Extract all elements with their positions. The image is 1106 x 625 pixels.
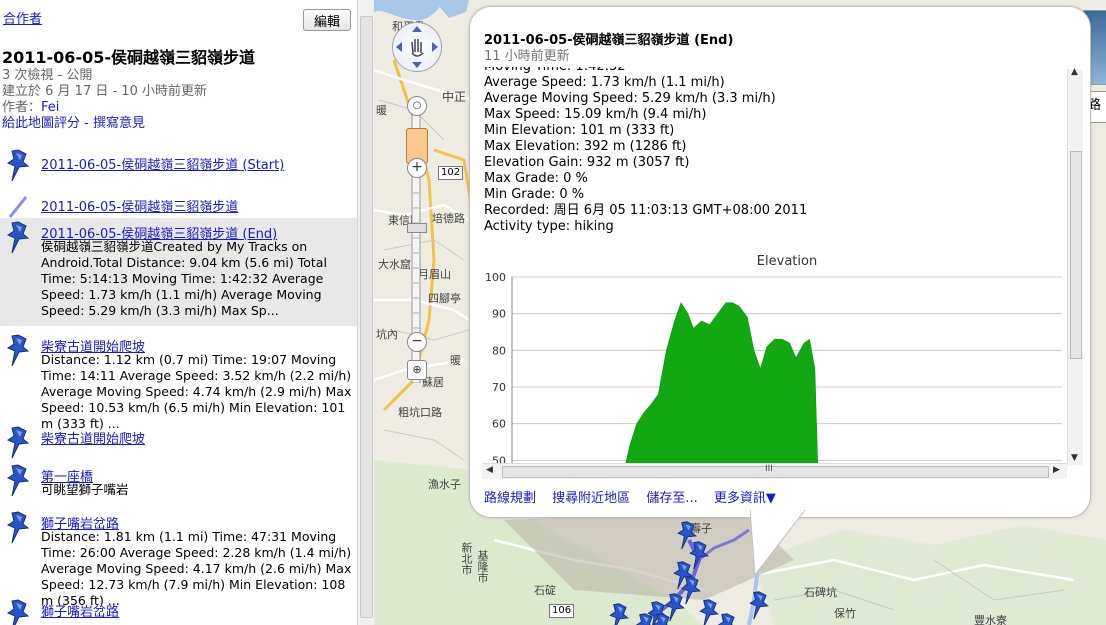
map-label: 新北市 xyxy=(460,542,473,575)
directions-link[interactable]: 路線規劃 xyxy=(484,491,536,506)
elevation-area-series-0 xyxy=(625,302,818,463)
search-nearby-link[interactable]: 搜尋附近地區 xyxy=(552,491,630,506)
stat-line: Max Speed: 15.09 km/h (9.4 mi/h) xyxy=(484,107,707,122)
sidebar-scrollbar[interactable] xyxy=(357,0,374,625)
info-window-hscrollbar[interactable]: ◀ III ▶ xyxy=(482,463,1067,479)
pushpin-icon[interactable] xyxy=(4,220,32,254)
collaborators-link[interactable]: 合作者 xyxy=(3,8,42,27)
list-item-title[interactable]: 2011-06-05-侯硐越嶺三貂嶺步道 xyxy=(41,196,238,215)
map-label: 保竹 xyxy=(834,607,856,620)
pushpin-icon[interactable] xyxy=(4,333,32,367)
map-label: 中正 xyxy=(442,90,467,104)
pushpin-icon[interactable] xyxy=(4,425,32,459)
hand-pan-icon xyxy=(396,26,438,68)
road-number-badge: 106 xyxy=(549,604,575,618)
map-label: 基隆市 xyxy=(476,550,489,583)
map-label: 暖 xyxy=(450,354,461,367)
stat-line: Recorded: 周日 6月 05 11:03:13 GMT+08:00 20… xyxy=(484,203,808,218)
sidebar-scroll-thumb[interactable] xyxy=(360,16,373,618)
hscroll-thumb[interactable]: III xyxy=(502,464,1049,478)
info-window-tail xyxy=(750,510,806,577)
y-tick-label: 60 xyxy=(492,418,506,431)
map-label: 石碑坑 xyxy=(804,586,837,599)
stat-line: Min Grade: 0 % xyxy=(484,187,585,202)
rate-map-link[interactable]: 給此地圖評分 xyxy=(2,116,80,131)
list-item[interactable]: 獅子嘴岩岔路 xyxy=(0,596,357,625)
info-window-vscrollbar[interactable]: ▲ ▼ xyxy=(1067,67,1083,465)
stat-line: Max Elevation: 392 m (1286 ft) xyxy=(484,139,687,154)
info-window-actions: 路線規劃 搜尋附近地區 儲存至... 更多資訊▼ xyxy=(484,487,788,506)
map-sidebar: 合作者 編輯 2011-06-05-侯硐越嶺三貂嶺步道 3 次檢視 - 公開 建… xyxy=(0,0,357,625)
pushpin-icon[interactable] xyxy=(4,510,32,544)
zoom-slider-handle[interactable] xyxy=(407,223,427,233)
pushpin-icon[interactable] xyxy=(4,598,32,625)
write-review-link[interactable]: 撰寫意見 xyxy=(93,116,145,131)
map-pushpin-icon[interactable] xyxy=(649,612,675,625)
map-label: 石碇 xyxy=(534,584,556,597)
stat-line: Moving Time: 1:42:32 xyxy=(484,67,807,75)
map-label: 坑內 xyxy=(376,328,398,341)
map-label: 大水窟 xyxy=(378,258,411,271)
scroll-left-arrow-icon[interactable]: ◀ xyxy=(486,465,493,475)
y-tick-label: 80 xyxy=(492,344,506,357)
list-item[interactable]: 柴寮古道開始爬坡 xyxy=(0,423,357,459)
stat-line: Average Speed: 1.73 km/h (1.1 mi/h) xyxy=(484,75,725,90)
elevation-chart: Elevation100908070605040 xyxy=(485,254,1062,463)
stat-line: Average Moving Speed: 5.29 km/h (3.3 mi/… xyxy=(484,91,776,106)
list-item-description: 可眺望獅子嘴岩 xyxy=(41,482,129,497)
chart-title: Elevation xyxy=(757,254,817,269)
map-label: 粗坑口路 xyxy=(398,406,442,419)
stat-line: Elevation Gain: 932 m (3057 ft) xyxy=(484,155,690,170)
map-label: 四腳亭 xyxy=(428,292,461,305)
scroll-right-arrow-icon[interactable]: ▶ xyxy=(1053,465,1060,475)
info-window-content: Moving Time: 1:42:32Average Speed: 1.73 … xyxy=(482,67,1067,463)
map-pushpin-icon[interactable] xyxy=(714,612,740,625)
scroll-down-arrow-icon[interactable]: ▼ xyxy=(1071,453,1078,463)
edit-button[interactable]: 編輯 xyxy=(303,9,351,31)
rating-line: 給此地圖評分 - 撰寫意見 xyxy=(2,112,145,131)
stat-line: Max Grade: 0 % xyxy=(484,171,588,186)
info-window: 2011-06-05-侯硐越嶺三貂嶺步道 (End) 11 小時前更新 Movi… xyxy=(469,6,1091,518)
rate-separator: - xyxy=(80,116,93,131)
scroll-grip: III xyxy=(765,464,773,474)
list-item-title[interactable]: 2011-06-05-侯硐越嶺三貂嶺步道 (Start) xyxy=(41,154,284,173)
save-to-link[interactable]: 儲存至... xyxy=(646,491,697,506)
map-pushpin-icon[interactable] xyxy=(746,590,772,623)
list-item[interactable]: 第一座橋 可眺望獅子嘴岩 xyxy=(0,461,357,501)
pushpin-icon[interactable] xyxy=(4,463,32,497)
map-label: 漁水子 xyxy=(428,478,461,491)
zoom-in-button[interactable]: + xyxy=(407,158,427,178)
stat-line: Min Elevation: 101 m (333 ft) xyxy=(484,123,675,138)
list-item-description: Distance: 1.12 km (0.7 mi) Time: 19:07 M… xyxy=(41,352,352,431)
stat-line: Activity type: hiking xyxy=(484,219,614,234)
map-label: 暖 xyxy=(376,104,387,117)
y-tick-label: 90 xyxy=(492,308,506,321)
map-label: 豐水寮 xyxy=(974,614,1007,625)
list-item[interactable]: 柴寮古道開始爬坡 Distance: 1.12 km (0.7 mi) Time:… xyxy=(0,331,357,431)
list-item[interactable]: 2011-06-05-侯硐越嶺三貂嶺步道 (End) 侯硐越嶺三貂嶺步道Creat… xyxy=(0,218,357,326)
more-info-link[interactable]: 更多資訊▼ xyxy=(714,491,776,506)
map-pushpin-icon[interactable] xyxy=(606,602,632,625)
y-tick-label: 50 xyxy=(492,454,506,463)
scroll-up-arrow-icon[interactable]: ▲ xyxy=(1071,67,1078,77)
y-tick-label: 100 xyxy=(485,271,506,284)
list-item-title[interactable]: 獅子嘴岩岔路 xyxy=(41,601,119,620)
track-stats: Moving Time: 1:42:32Average Speed: 1.73 … xyxy=(484,67,807,235)
list-item[interactable]: 2011-06-05-侯硐越嶺三貂嶺步道 (Start) xyxy=(0,146,357,182)
pushpin-icon[interactable] xyxy=(4,148,32,182)
list-item-description: 侯硐越嶺三貂嶺步道Created by My Tracks on Android… xyxy=(41,239,327,318)
zoom-control[interactable]: ○ + − ⊕ xyxy=(406,96,428,383)
road-number-badge: 102 xyxy=(438,166,464,180)
list-item[interactable]: 2011-06-05-侯硐越嶺三貂嶺步道 xyxy=(0,191,357,218)
zoom-out-button[interactable]: − xyxy=(407,332,427,352)
y-tick-label: 70 xyxy=(492,381,506,394)
vscroll-thumb[interactable] xyxy=(1070,151,1082,359)
pan-control[interactable] xyxy=(392,22,442,72)
info-window-updated: 11 小時前更新 xyxy=(484,49,570,64)
list-item-title[interactable]: 柴寮古道開始爬坡 xyxy=(41,428,145,447)
zoom-area-icon[interactable]: ⊕ xyxy=(407,360,427,380)
map-label: 培德路 xyxy=(432,212,465,225)
list-item[interactable]: 獅子嘴岩岔路 Distance: 1.81 km (1.1 mi) Time: 4… xyxy=(0,508,357,608)
map-rotate-icon[interactable]: ○ xyxy=(407,96,427,116)
